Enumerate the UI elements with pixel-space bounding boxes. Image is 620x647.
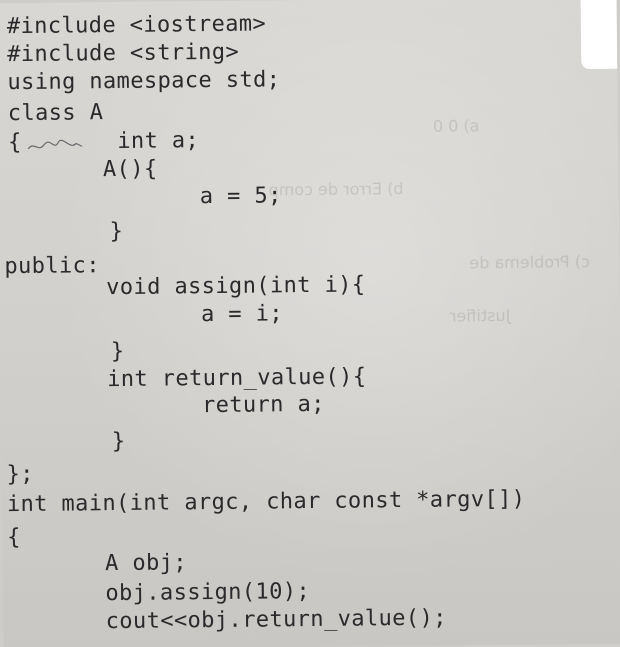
code-listing: #include <iostream> #include <string> us… bbox=[0, 0, 620, 647]
code-line-11: a = i; bbox=[91, 301, 284, 329]
code-line-13: int return_value(){ bbox=[52, 364, 367, 393]
code-line-12: } bbox=[56, 338, 125, 365]
code-line-17: int main(int argc, char const *argv[]) bbox=[6, 486, 526, 518]
code-line-21: cout<<obj.return_value(); bbox=[50, 605, 447, 635]
code-line-7: a = 5; bbox=[90, 183, 282, 211]
photo-of-printed-code: 0 0 (a b) Error de comp c) Problema de J… bbox=[0, 0, 620, 647]
code-line-18: { bbox=[7, 525, 22, 551]
code-line-19: A obj; bbox=[50, 550, 188, 577]
handwritten-scribble bbox=[27, 139, 83, 150]
code-line-2: #include <string> bbox=[7, 39, 240, 68]
code-line-15: } bbox=[57, 428, 126, 455]
code-line-8: } bbox=[54, 218, 124, 245]
code-line-3: using namespace std; bbox=[7, 67, 281, 96]
code-line-20: obj.assign(10); bbox=[50, 579, 311, 607]
code-line-14: return a; bbox=[92, 391, 325, 420]
code-line-4: class A bbox=[7, 100, 104, 127]
code-line-6: A(){ bbox=[48, 156, 158, 183]
code-line-10: void assign(int i){ bbox=[51, 272, 366, 301]
code-line-1: #include <iostream> bbox=[6, 11, 267, 40]
code-line-16: }; bbox=[6, 461, 34, 488]
